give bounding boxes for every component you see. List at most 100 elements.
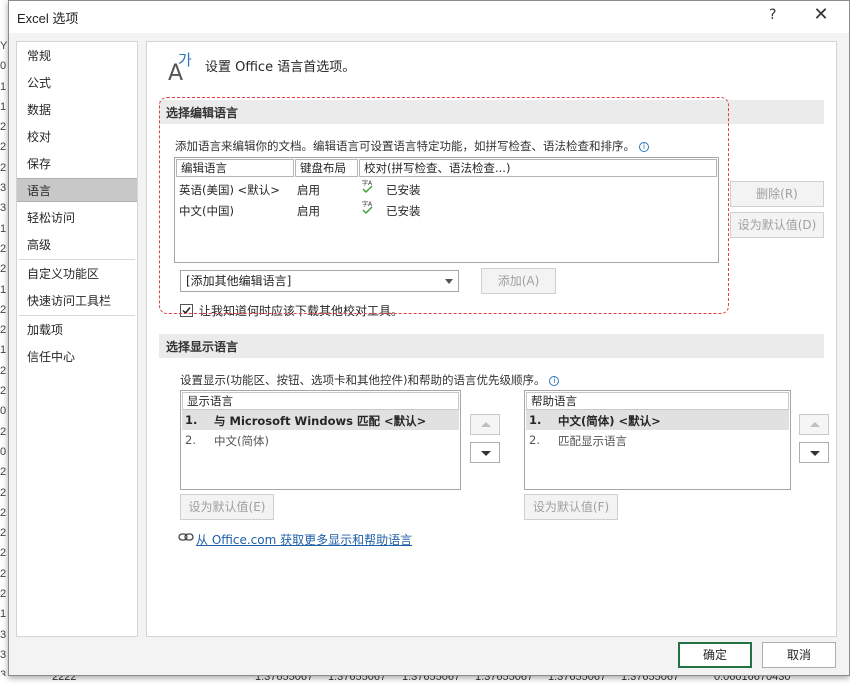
- editing-language-section-header: 选择编辑语言: [159, 100, 824, 124]
- list-item[interactable]: 匹配显示语言: [558, 433, 627, 449]
- get-more-languages-link[interactable]: 从 Office.com 获取更多显示和帮助语言: [196, 531, 412, 548]
- spreadsheet-cell: 2: [0, 121, 7, 134]
- spreadsheet-cell: 2: [0, 161, 7, 174]
- spreadsheet-cell: 1: [0, 222, 7, 235]
- add-language-dropdown[interactable]: [添加其他编辑语言]: [180, 270, 459, 292]
- spreadsheet-cell: 2: [0, 567, 7, 580]
- editing-languages-list[interactable]: 编辑语言 键盘布局 校对(拼写检查、语法检查...) 英语(美国) <默认> 启…: [174, 157, 719, 263]
- triangle-down-icon: [481, 451, 491, 456]
- set-default-help-button[interactable]: 设为默认值(F): [524, 494, 618, 520]
- spreadsheet-cell: 3: [0, 648, 7, 661]
- spreadsheet-cell: 2: [0, 303, 7, 316]
- editing-language-description: 添加语言来编辑你的文档。编辑语言可设置语言特定功能，如拼写检查、语法检查和排序。…: [175, 138, 649, 154]
- nav-item-trust-center[interactable]: 信任中心: [17, 345, 137, 369]
- spreadsheet-cell: 2: [0, 364, 7, 377]
- spreadsheet-cell: 3: [0, 182, 7, 195]
- display-move-down-button[interactable]: [470, 442, 500, 463]
- spreadsheet-cell: 2: [0, 547, 7, 560]
- window-title: Excel 选项: [17, 11, 79, 26]
- cancel-button[interactable]: 取消: [762, 642, 836, 668]
- nav-item-data[interactable]: 数据: [17, 98, 137, 122]
- spreadsheet-cell: 2: [0, 506, 7, 519]
- spreadsheet-cell: 2: [0, 141, 7, 154]
- spreadsheet-cell: 3: [0, 202, 7, 215]
- spreadsheet-cell: 2: [0, 466, 7, 479]
- notify-proofing-label: 让我知道何时应该下载其他校对工具。: [199, 304, 404, 318]
- excel-options-dialog: Excel 选项 ? ✕ 常规 公式 数据 校对 保存 语言 轻松访问 高级 自…: [8, 0, 850, 676]
- checkmark-icon: [182, 307, 191, 315]
- keyboard-layout-status: 启用: [297, 204, 320, 218]
- language-options-panel: A 가 设置 Office 语言首选项。 选择编辑语言 添加语言来编辑你的文档。…: [146, 41, 837, 637]
- help-move-down-button[interactable]: [799, 442, 829, 463]
- column-header-display-language: 显示语言: [182, 392, 459, 410]
- spreadsheet-cell: 1: [0, 100, 7, 113]
- display-language-list[interactable]: 显示语言 1. 与 Microsoft Windows 匹配 <默认> 2. 中…: [180, 390, 461, 490]
- link-icon: [178, 533, 194, 541]
- spreadsheet-cell: 2: [0, 242, 7, 255]
- nav-divider: [19, 315, 135, 316]
- nav-item-customize-ribbon[interactable]: 自定义功能区: [17, 262, 137, 286]
- info-icon[interactable]: i: [639, 142, 649, 152]
- spreadsheet-cell: 0: [0, 60, 7, 73]
- triangle-down-icon: [810, 451, 820, 456]
- spreadsheet-cell: 0: [0, 405, 7, 418]
- nav-divider: [19, 259, 135, 260]
- editing-language-name: 中文(中国): [179, 204, 234, 218]
- nav-item-proofing[interactable]: 校对: [17, 125, 137, 149]
- list-item[interactable]: 与 Microsoft Windows 匹配 <默认>: [214, 413, 426, 429]
- nav-item-save[interactable]: 保存: [17, 152, 137, 176]
- display-language-section-header: 选择显示语言: [159, 334, 824, 358]
- spreadsheet-cell: 3: [0, 628, 7, 641]
- triangle-up-icon: [481, 422, 491, 427]
- column-header-keyboard-layout[interactable]: 键盘布局: [295, 159, 358, 177]
- nav-item-language[interactable]: 语言: [17, 178, 137, 202]
- nav-item-general[interactable]: 常规: [17, 44, 137, 68]
- list-item-number: 2.: [529, 433, 540, 447]
- column-header-help-language: 帮助语言: [526, 392, 789, 410]
- list-item-number: 1.: [529, 413, 542, 427]
- column-header-proofing[interactable]: 校对(拼写检查、语法检查...): [359, 159, 717, 177]
- spreadsheet-cell: 2: [0, 425, 7, 438]
- spreadsheet-cell: 2: [0, 324, 7, 337]
- add-language-button[interactable]: 添加(A): [481, 268, 556, 294]
- page-title: 设置 Office 语言首选项。: [205, 60, 356, 75]
- nav-item-quick-access-toolbar[interactable]: 快速访问工具栏: [17, 289, 137, 313]
- notify-proofing-checkbox[interactable]: [180, 304, 193, 317]
- section-title: 选择编辑语言: [166, 106, 239, 120]
- spreadsheet-cell: 2: [0, 385, 7, 398]
- help-button[interactable]: ?: [769, 7, 776, 23]
- proofing-status: 已安装: [386, 183, 421, 197]
- nav-item-advanced[interactable]: 高级: [17, 233, 137, 257]
- set-default-editing-button[interactable]: 设为默认值(D): [730, 212, 824, 238]
- remove-language-button[interactable]: 删除(R): [730, 181, 824, 207]
- list-item-number: 2.: [185, 433, 196, 447]
- triangle-up-icon: [810, 422, 820, 427]
- help-move-up-button[interactable]: [799, 414, 829, 435]
- info-icon[interactable]: i: [549, 376, 560, 386]
- options-nav: 常规 公式 数据 校对 保存 语言 轻松访问 高级 自定义功能区 快速访问工具栏…: [16, 41, 138, 637]
- spreadsheet-cell: 1: [0, 80, 7, 93]
- proofing-status: 已安装: [386, 204, 421, 218]
- spreadsheet-left-column: Y 0 1 1 2 2 2 3 3 1 2 2 1 2 2 1 2 2 0 2 0 2 2 2 2 2 2 2 1 3 3 3: [0, 36, 8, 676]
- display-move-up-button[interactable]: [470, 414, 500, 435]
- set-default-display-button[interactable]: 设为默认值(E): [180, 494, 274, 520]
- display-language-description: 设置显示(功能区、按钮、选项卡和其他控件)和帮助的语言优先级顺序。 i: [180, 372, 560, 388]
- svg-text:가: 가: [178, 51, 192, 69]
- spreadsheet-cell: 2: [0, 527, 7, 540]
- spreadsheet-cell: 1: [0, 344, 7, 357]
- list-item[interactable]: 中文(简体): [214, 433, 269, 449]
- spreadsheet-cell: 2: [0, 486, 7, 499]
- close-button[interactable]: ✕: [809, 5, 833, 27]
- help-language-list[interactable]: 帮助语言 1. 中文(简体) <默认> 2. 匹配显示语言: [524, 390, 791, 490]
- list-item[interactable]: 中文(简体) <默认>: [558, 413, 661, 429]
- spreadsheet-cell: 1: [0, 283, 7, 296]
- nav-item-accessibility[interactable]: 轻松访问: [17, 206, 137, 230]
- language-icon: A 가: [167, 50, 197, 86]
- nav-item-formulas[interactable]: 公式: [17, 71, 137, 95]
- chevron-down-icon: [445, 279, 453, 284]
- nav-item-add-ins[interactable]: 加载项: [17, 318, 137, 342]
- column-header-editing-language[interactable]: 编辑语言: [176, 159, 294, 177]
- ok-button[interactable]: 确定: [678, 642, 752, 668]
- proofing-check-icon: 字A: [362, 200, 373, 214]
- title-bar: Excel 选项 ? ✕: [9, 1, 849, 33]
